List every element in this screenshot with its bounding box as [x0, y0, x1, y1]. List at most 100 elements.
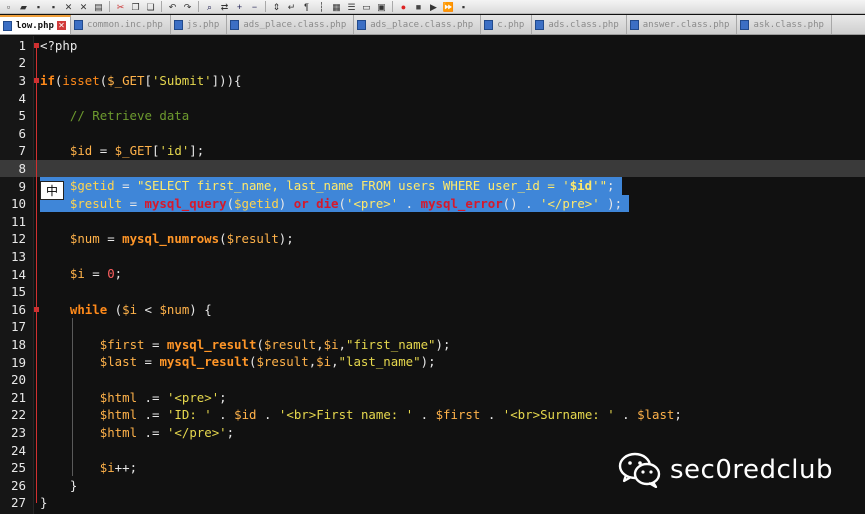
- zoom-out-icon[interactable]: −: [248, 1, 261, 13]
- line-number: 15: [10, 284, 26, 300]
- code-line[interactable]: 4: [0, 89, 865, 107]
- line-number: 13: [10, 248, 26, 264]
- code-text: $getid = "SELECT first_name, last_name F…: [69, 178, 615, 194]
- line-number: 23: [10, 424, 26, 440]
- replace-icon[interactable]: ⇄: [218, 1, 231, 13]
- undo-icon[interactable]: ↶: [166, 1, 179, 13]
- paste-icon[interactable]: ❏: [144, 1, 157, 13]
- code-line[interactable]: 21 $html .= '<pre>';: [0, 389, 865, 407]
- code-line[interactable]: 7 $id = $_GET['id'];: [0, 142, 865, 160]
- function-list-icon[interactable]: ☰: [345, 1, 358, 13]
- line-number: 5: [18, 108, 26, 124]
- code-line[interactable]: 12 $num = mysql_numrows($result);: [0, 230, 865, 248]
- code-text: $result = mysql_query($getid) or die('<p…: [69, 195, 623, 211]
- line-number: 17: [10, 319, 26, 335]
- fold-marker-icon[interactable]: [34, 306, 39, 312]
- save-macro-icon[interactable]: ▪: [457, 1, 470, 13]
- tab-common-inc-php[interactable]: common.inc.php: [70, 15, 171, 34]
- close-all-icon[interactable]: ✕: [77, 1, 90, 13]
- line-number: 6: [18, 125, 26, 141]
- file-icon: [629, 19, 639, 30]
- wrap-icon[interactable]: ↵: [285, 1, 298, 13]
- code-line[interactable]: 11: [0, 213, 865, 231]
- tab-label: common.inc.php: [86, 19, 163, 30]
- code-line[interactable]: 1 <?php: [0, 37, 865, 55]
- code-editor[interactable]: 1 <?php 2 3 if(isset($_GET['Submit'])){4 5 //…: [0, 36, 865, 514]
- code-line[interactable]: 19 $last = mysql_result($result,$i,"last…: [0, 353, 865, 371]
- tab-label: c.php: [497, 19, 525, 30]
- fold-marker-icon[interactable]: [34, 78, 39, 83]
- line-number: 27: [10, 495, 26, 511]
- code-line[interactable]: 2: [0, 54, 865, 72]
- open-folder-icon[interactable]: ▰: [17, 1, 30, 13]
- toolbar-separator: [392, 1, 393, 12]
- code-line[interactable]: 27}: [0, 494, 865, 512]
- folder-workspace-icon[interactable]: ▭: [360, 1, 373, 13]
- copy-icon[interactable]: ❐: [129, 1, 142, 13]
- tab-ads-place-class-php[interactable]: ads_place.class.php: [227, 15, 355, 34]
- save-all-icon[interactable]: ▪: [47, 1, 60, 13]
- tab-ads-place-class-php[interactable]: ads_place.class.php: [354, 15, 482, 34]
- ime-input-indicator[interactable]: 中: [40, 181, 64, 200]
- code-line[interactable]: 13: [0, 248, 865, 266]
- code-line[interactable]: 10 $result = mysql_query($getid) or die(…: [0, 194, 865, 213]
- save-icon[interactable]: ▪: [32, 1, 45, 13]
- tab-c-php[interactable]: c.php: [481, 15, 533, 34]
- fold-marker-icon[interactable]: [34, 42, 39, 48]
- show-all-chars-icon[interactable]: ¶: [300, 1, 313, 13]
- zoom-in-icon[interactable]: +: [233, 1, 246, 13]
- tab-answer-class-php[interactable]: answer.class.php: [626, 15, 738, 34]
- tab-ads-class-php[interactable]: ads.class.php: [532, 15, 627, 34]
- code-text: $html .= 'ID: ' . $id . '<br>First name:…: [99, 407, 682, 423]
- line-number: 24: [10, 442, 26, 458]
- tab-ask-class-php[interactable]: ask.class.php: [737, 15, 832, 34]
- tab-label: ads_place.class.php: [370, 19, 474, 30]
- tab-js-php[interactable]: js.php: [170, 15, 228, 34]
- close-icon[interactable]: ✕: [62, 1, 75, 13]
- code-line[interactable]: 20: [0, 371, 865, 389]
- code-line[interactable]: 15: [0, 283, 865, 301]
- code-line[interactable]: 9 $getid = "SELECT first_name, last_name…: [0, 177, 865, 195]
- redo-icon[interactable]: ↷: [181, 1, 194, 13]
- code-text: // Retrieve data: [69, 107, 190, 123]
- indent-guide-icon[interactable]: ┆: [315, 1, 328, 13]
- line-number: 12: [10, 231, 26, 247]
- code-line[interactable]: 5 // Retrieve data: [0, 107, 865, 125]
- stop-macro-icon[interactable]: ■: [412, 1, 425, 13]
- code-line[interactable]: 22 $html .= 'ID: ' . $id . '<br>First na…: [0, 406, 865, 424]
- print-icon[interactable]: ▤: [92, 1, 105, 13]
- code-line[interactable]: 3 if(isset($_GET['Submit'])){: [0, 72, 865, 90]
- code-line[interactable]: 8: [0, 159, 865, 178]
- code-line[interactable]: 14 $i = 0;: [0, 265, 865, 283]
- tab-label: ads_place.class.php: [243, 19, 347, 30]
- toolbar-separator: [198, 1, 199, 12]
- new-file-icon[interactable]: ▫: [2, 1, 15, 13]
- code-line[interactable]: 6: [0, 125, 865, 143]
- tab-low-php[interactable]: low.php ✕: [0, 15, 71, 34]
- monitor-icon[interactable]: ▣: [375, 1, 388, 13]
- file-icon: [73, 19, 83, 30]
- code-line[interactable]: 17: [0, 318, 865, 336]
- file-icon: [740, 19, 750, 30]
- cut-icon[interactable]: ✂: [114, 1, 127, 13]
- code-text: $id = $_GET['id'];: [69, 143, 205, 159]
- code-text: <?php: [40, 37, 78, 53]
- toolbar-separator: [109, 1, 110, 12]
- code-line[interactable]: 18 $first = mysql_result($result,$i,"fir…: [0, 336, 865, 354]
- line-number: 22: [10, 407, 26, 423]
- find-icon[interactable]: ⌕: [203, 1, 216, 13]
- record-macro-icon[interactable]: ●: [397, 1, 410, 13]
- file-icon: [357, 19, 367, 30]
- file-icon: [535, 19, 545, 30]
- tab-label: ask.class.php: [753, 19, 824, 30]
- sync-scroll-icon[interactable]: ⇕: [270, 1, 283, 13]
- tab-label: ads.class.php: [548, 19, 619, 30]
- close-tab-icon[interactable]: ✕: [56, 21, 66, 30]
- code-text: $i = 0;: [69, 266, 123, 282]
- code-line[interactable]: 16 while ($i < $num) {: [0, 301, 865, 319]
- code-line[interactable]: 23 $html .= '</pre>';: [0, 424, 865, 442]
- doc-map-icon[interactable]: ▦: [330, 1, 343, 13]
- run-macro-icon[interactable]: ⏩: [442, 1, 455, 13]
- playback-macro-icon[interactable]: ▶: [427, 1, 440, 13]
- tab-label: low.php: [16, 20, 54, 31]
